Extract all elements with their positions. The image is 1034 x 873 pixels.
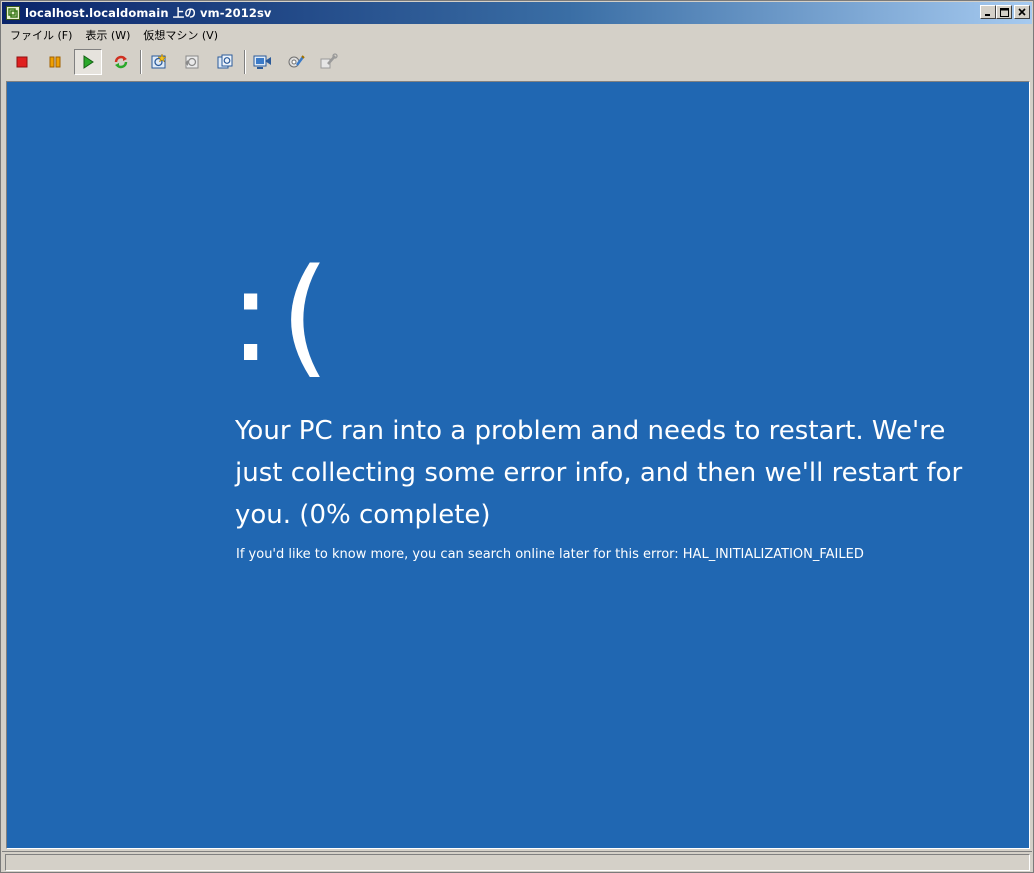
stop-icon	[16, 56, 28, 68]
console-settings-icon	[253, 55, 271, 69]
reset-icon	[114, 55, 128, 69]
minimize-icon	[985, 14, 990, 16]
status-text	[5, 854, 1030, 871]
power-off-button[interactable]	[8, 49, 36, 75]
revert-snapshot-icon	[185, 55, 199, 69]
window-title: localhost.localdomain 上の vm-2012sv	[25, 6, 272, 20]
snapshot-manager-icon	[217, 54, 233, 69]
toolbar	[2, 46, 1032, 78]
close-icon	[1018, 8, 1026, 16]
play-icon	[83, 55, 94, 69]
bsod-sad-face: :(	[229, 242, 339, 391]
snapshot-icon	[151, 53, 167, 69]
menu-file[interactable]: ファイル (F)	[5, 27, 77, 43]
bsod-message: Your PC ran into a problem and needs to …	[235, 416, 963, 530]
vm-console-screen[interactable]: :( Your PC ran into a problem and needs …	[6, 81, 1030, 849]
menu-vm[interactable]: 仮想マシン (V)	[138, 27, 223, 43]
menu-bar: ファイル (F) 表示 (W) 仮想マシン (V)	[2, 25, 1032, 45]
vm-console-window: localhost.localdomain 上の vm-2012sv ファイル …	[0, 0, 1034, 873]
vm-tools-button[interactable]	[315, 49, 343, 75]
close-button[interactable]	[1014, 5, 1030, 19]
toolbar-separator	[140, 50, 142, 74]
status-bar	[2, 851, 1032, 872]
vm-tools-icon	[320, 53, 338, 69]
vm-console-app-icon	[5, 5, 21, 21]
bsod-error-detail: If you'd like to know more, you can sear…	[236, 547, 864, 562]
edit-settings-button[interactable]	[282, 49, 310, 75]
power-on-button[interactable]	[74, 49, 102, 75]
snapshot-manager-button[interactable]	[211, 49, 239, 75]
pause-icon	[49, 56, 61, 68]
title-bar[interactable]: localhost.localdomain 上の vm-2012sv	[2, 2, 1032, 24]
revert-snapshot-button[interactable]	[178, 49, 206, 75]
menu-view[interactable]: 表示 (W)	[80, 27, 135, 43]
toolbar-separator	[244, 50, 246, 74]
minimize-button[interactable]	[980, 5, 996, 19]
suspend-button[interactable]	[41, 49, 69, 75]
maximize-button[interactable]	[996, 5, 1012, 19]
maximize-icon	[999, 7, 1009, 17]
console-settings-button[interactable]	[249, 49, 277, 75]
edit-settings-icon	[288, 55, 305, 68]
reset-button[interactable]	[107, 49, 135, 75]
take-snapshot-button[interactable]	[145, 49, 173, 75]
